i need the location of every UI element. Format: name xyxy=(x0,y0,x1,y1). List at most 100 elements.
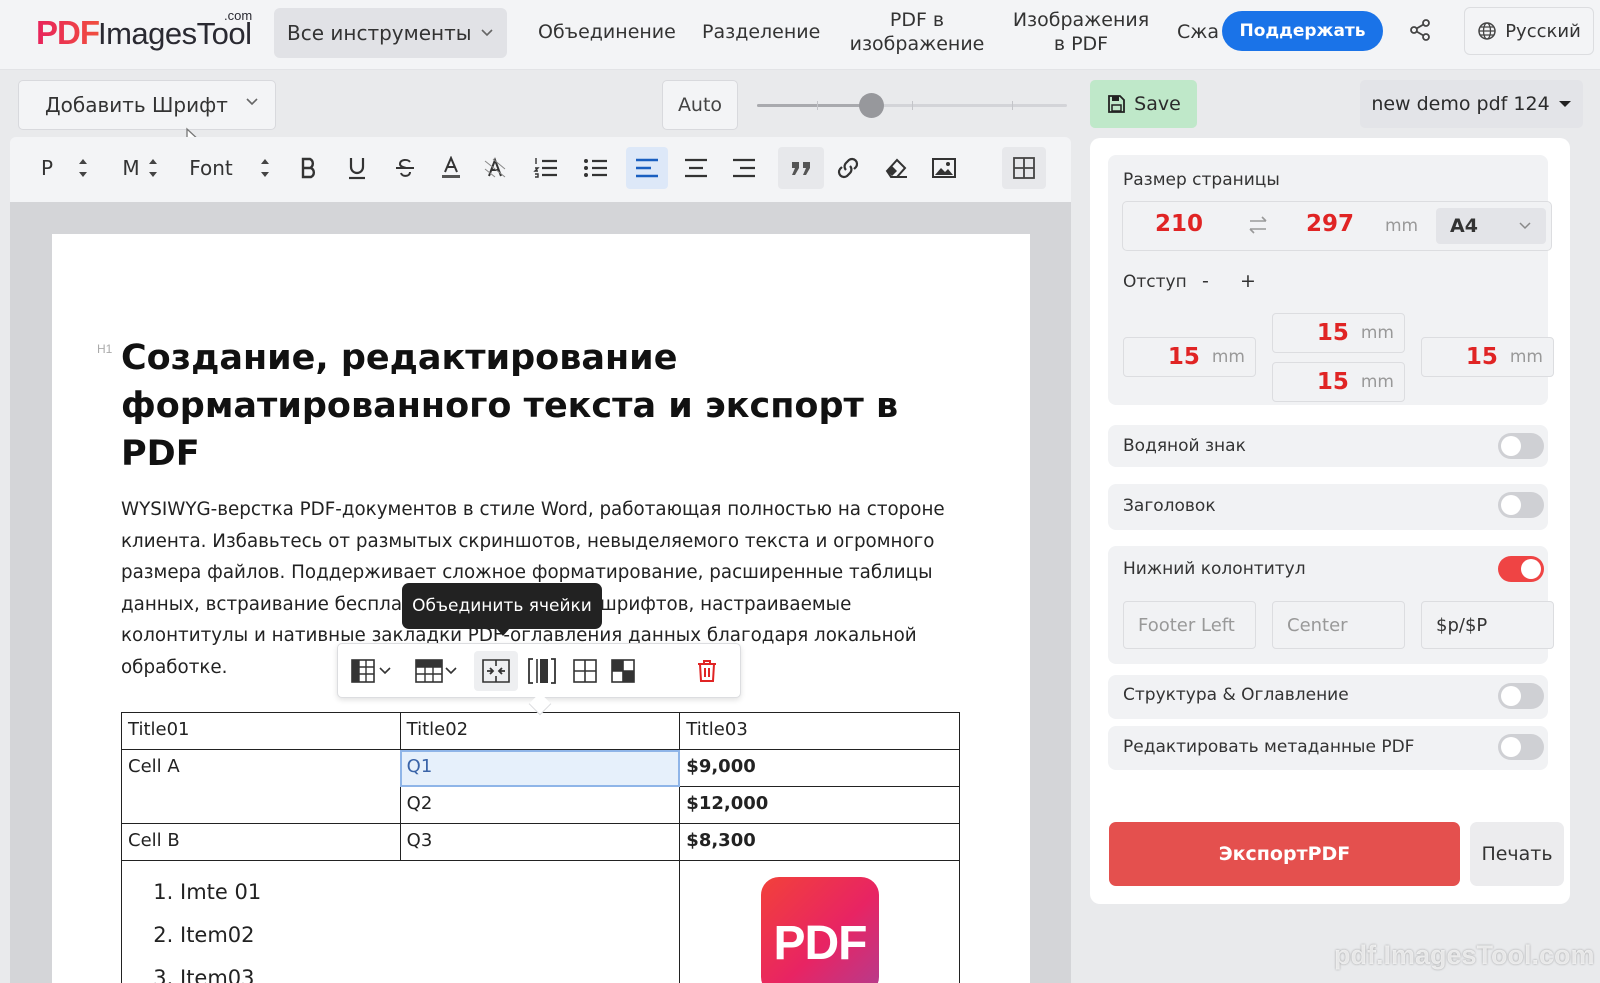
footer-center-input[interactable]: Center xyxy=(1272,601,1405,649)
table-cell[interactable]: Title01 xyxy=(121,712,401,750)
table-cell[interactable]: Cell A xyxy=(121,749,401,824)
trash-icon xyxy=(698,660,716,682)
metadata-label: Редактировать метаданные PDF xyxy=(1123,737,1415,757)
table-columns-button[interactable] xyxy=(346,651,398,691)
zoom-slider-fill xyxy=(757,104,872,107)
save-button[interactable]: Save xyxy=(1090,80,1197,128)
caret-down-icon xyxy=(1558,101,1571,107)
header-toggle[interactable] xyxy=(1498,492,1544,518)
toc-label: Структура & Оглавление xyxy=(1123,685,1349,705)
watermark-label: Водяной знак xyxy=(1123,436,1246,456)
grid-icon xyxy=(573,659,597,683)
list-item[interactable]: Item03 xyxy=(180,957,673,983)
document-title[interactable]: Создание, редактирование форматированног… xyxy=(121,334,981,478)
image-icon xyxy=(932,158,956,178)
font-family-select[interactable]: Font xyxy=(186,147,236,189)
split-cell-icon xyxy=(528,658,556,684)
export-pdf-button[interactable]: ЭкспортPDF xyxy=(1109,822,1460,886)
footer-toggle[interactable] xyxy=(1498,556,1544,582)
margin-unit: mm xyxy=(1211,347,1245,367)
align-left-button[interactable] xyxy=(626,147,668,189)
document-selector[interactable]: new demo pdf 124 xyxy=(1360,80,1583,128)
updown-arrows-icon[interactable] xyxy=(76,147,90,189)
numbered-list-button[interactable] xyxy=(528,147,564,189)
nav-pdf-to-image-line2: изображение xyxy=(849,33,985,55)
all-tools-dropdown[interactable]: Все инструменты xyxy=(274,8,507,58)
chevron-down-icon xyxy=(480,29,493,37)
list-item[interactable]: Imte 01 xyxy=(180,871,673,914)
updown-arrows-icon[interactable] xyxy=(258,147,272,189)
nav-pdf-to-image[interactable]: PDF в изображение xyxy=(842,8,992,56)
paper-size-select[interactable]: A4 xyxy=(1436,208,1546,244)
language-label: Русский xyxy=(1505,20,1581,42)
bold-button[interactable] xyxy=(292,147,326,189)
bold-icon xyxy=(301,157,315,179)
swap-icon[interactable] xyxy=(1247,215,1269,235)
table-cell[interactable]: $12,000 xyxy=(679,786,960,824)
table-cell[interactable]: $9,000 xyxy=(679,749,960,787)
logo[interactable]: PDF ImagesTool .com xyxy=(36,8,256,56)
nav-images-to-pdf[interactable]: Изображения в PDF xyxy=(1006,8,1156,56)
delete-table-button[interactable] xyxy=(688,651,726,691)
nav-compress[interactable]: Сжа xyxy=(1177,20,1219,44)
metadata-toggle[interactable] xyxy=(1498,734,1544,760)
table-cell[interactable]: Title03 xyxy=(679,712,960,750)
margin-left-field[interactable]: 15 mm xyxy=(1123,337,1256,377)
highlight-button[interactable] xyxy=(478,147,512,189)
table-cell[interactable]: Title02 xyxy=(399,712,681,750)
toc-toggle[interactable] xyxy=(1498,683,1544,709)
table-cell-list[interactable]: Imte 01 Item02 Item03 xyxy=(120,860,681,983)
table-rows-button[interactable] xyxy=(410,651,462,691)
language-selector[interactable]: Русский xyxy=(1464,7,1594,55)
header-cells-button[interactable] xyxy=(604,651,642,691)
auto-button[interactable]: Auto xyxy=(662,80,738,130)
table-cell[interactable]: Q2 xyxy=(399,786,681,824)
top-navigation: PDF ImagesTool .com Все инструменты Объе… xyxy=(0,0,1600,70)
split-cell-button[interactable] xyxy=(522,651,562,691)
margin-top-field[interactable]: 15 mm xyxy=(1272,313,1405,353)
margin-bottom-field[interactable]: 15 mm xyxy=(1272,362,1405,402)
footer-left-input[interactable]: Footer Left xyxy=(1123,601,1256,649)
share-icon[interactable] xyxy=(1408,18,1432,42)
support-button[interactable]: Поддержать xyxy=(1222,11,1383,51)
zoom-slider-thumb[interactable] xyxy=(859,93,885,118)
paragraph-style-select[interactable]: P xyxy=(36,147,58,189)
pdf-logo-image[interactable]: PDF xyxy=(761,877,879,983)
header-label: Заголовок xyxy=(1123,496,1216,516)
page-width-input[interactable]: 210 xyxy=(1155,211,1203,237)
print-button[interactable]: Печать xyxy=(1470,822,1564,886)
bullet-list-button[interactable] xyxy=(578,147,614,189)
quote-button[interactable] xyxy=(778,147,824,189)
page-height-input[interactable]: 297 xyxy=(1306,211,1354,237)
table-cell-selected[interactable]: Q1 xyxy=(399,749,681,787)
table-cell[interactable]: $8,300 xyxy=(679,823,960,861)
clear-format-button[interactable] xyxy=(878,147,914,189)
align-center-button[interactable] xyxy=(678,147,714,189)
insert-image-button[interactable] xyxy=(926,147,962,189)
merge-cells-button[interactable] xyxy=(474,651,518,691)
margin-decrease-button[interactable]: - xyxy=(1202,270,1209,292)
table-cell[interactable]: Cell B xyxy=(121,823,401,861)
numbered-list-icon xyxy=(533,158,557,178)
align-right-button[interactable] xyxy=(726,147,762,189)
nav-merge[interactable]: Объединение xyxy=(538,20,676,44)
list-item[interactable]: Item02 xyxy=(180,914,673,957)
add-font-dropdown[interactable]: Добавить Шрифт xyxy=(18,80,276,130)
underline-button[interactable] xyxy=(340,147,374,189)
font-size-select[interactable]: M xyxy=(120,147,142,189)
margin-right-field[interactable]: 15 mm xyxy=(1421,337,1554,377)
nav-split[interactable]: Разделение xyxy=(702,20,820,44)
zoom-slider[interactable] xyxy=(757,92,1067,120)
insert-table-button[interactable] xyxy=(1002,147,1046,189)
link-button[interactable] xyxy=(830,147,866,189)
updown-arrows-icon[interactable] xyxy=(146,147,160,189)
table-cell[interactable]: Q3 xyxy=(399,823,681,861)
watermark-toggle[interactable] xyxy=(1498,433,1544,459)
footer-right-input[interactable]: $p/$P xyxy=(1421,601,1554,649)
merge-cells-icon xyxy=(482,659,510,683)
nav-images-to-pdf-line1: Изображения xyxy=(1012,9,1150,31)
cell-borders-button[interactable] xyxy=(566,651,604,691)
strikethrough-button[interactable] xyxy=(388,147,422,189)
text-color-button[interactable] xyxy=(434,147,468,189)
margin-increase-button[interactable]: + xyxy=(1240,270,1256,292)
